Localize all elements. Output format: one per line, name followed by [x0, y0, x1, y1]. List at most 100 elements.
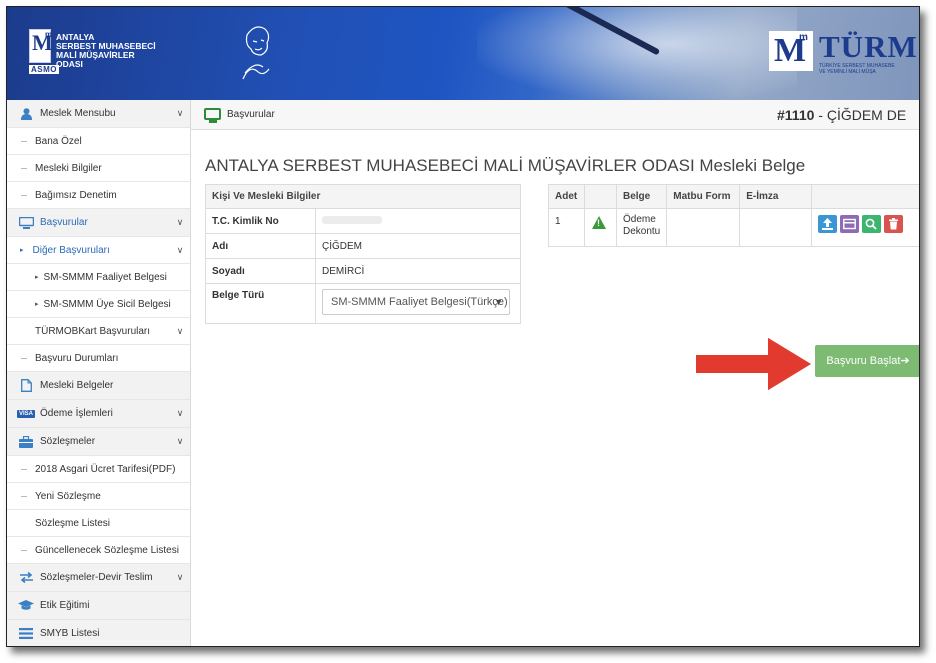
delete-button[interactable]	[884, 215, 904, 233]
chevron-down-icon: ∨	[176, 244, 184, 255]
sidebar-item-label: TÜRMOBKart Başvuruları	[35, 325, 151, 337]
sidebar-item-sozlesmeler[interactable]: Sözleşmeler ∨	[7, 428, 190, 456]
sidebar-item-label: Ödeme İşlemleri	[40, 408, 113, 419]
sidebar-item-bana-ozel[interactable]: Bana Özel	[7, 128, 190, 155]
credit-card-icon	[843, 218, 857, 230]
upload-icon	[822, 218, 834, 230]
sidebar-item-label: Başvurular	[40, 217, 88, 228]
sidebar-item-yeni-sozlesme[interactable]: Yeni Sözleşme	[7, 483, 190, 510]
sidebar-item-mesleki-belgeler[interactable]: Mesleki Belgeler	[7, 372, 190, 400]
sidebar-item-label: Meslek Mensubu	[40, 108, 116, 119]
status-cell: !	[584, 208, 617, 247]
header-banner: Mm ASMO ANTALYA SERBEST MUHASEBECİ MALİ …	[7, 7, 919, 100]
caret-right-icon: ▸	[20, 247, 24, 254]
list-icon	[16, 628, 36, 639]
breadcrumb-label[interactable]: Başvurular	[227, 109, 275, 120]
chevron-down-icon: ∨	[176, 108, 184, 118]
field-label: Belge Türü	[205, 283, 316, 324]
sidebar-item-devir-teslim[interactable]: Sözleşmeler-Devir Teslim ∨	[7, 564, 190, 592]
belge-turu-select[interactable]: SM-SMMM Faaliyet Belgesi(Türkçe) ▼	[322, 289, 510, 315]
column-header	[811, 184, 919, 209]
user-name: - ÇİĞDEM DE	[814, 107, 907, 123]
field-label: Adı	[205, 233, 316, 259]
sidebar-item-label: Sözleşme Listesi	[35, 517, 111, 529]
basvuru-baslat-button[interactable]: Başvuru Başlat➔	[815, 345, 919, 377]
column-header: Matbu Form	[666, 184, 741, 209]
view-button[interactable]	[862, 215, 882, 233]
column-header: E-İmza	[739, 184, 813, 209]
belge-turu-cell: SM-SMMM Faaliyet Belgesi(Türkçe) ▼	[315, 283, 521, 324]
table-header: Kişi Ve Mesleki Bilgiler	[205, 184, 521, 209]
sidebar-item-guncellenecek-sozlesme[interactable]: Güncellenecek Sözleşme Listesi	[7, 537, 190, 564]
sidebar-item-label: Mesleki Bilgiler	[35, 162, 102, 174]
chevron-down-icon: ∨	[176, 436, 184, 446]
exchange-icon	[16, 572, 36, 583]
asmo-logo-icon[interactable]: Mm	[29, 29, 53, 63]
turmob-logo-text: TÜRM	[819, 29, 918, 64]
table-row: T.C. Kimlik No	[205, 208, 521, 234]
sidebar-item-diger-basvurulari[interactable]: ▸ Diğer Başvuruları ∨	[7, 237, 190, 264]
sidebar-item-smyb-listesi[interactable]: SMYB Listesi	[7, 620, 190, 646]
sidebar-item-label: Diğer Başvuruları	[32, 244, 110, 256]
matbu-form-cell	[666, 208, 741, 247]
sidebar-item-label: Bana Özel	[35, 135, 82, 147]
redacted-value	[322, 215, 382, 224]
sidebar-item-basvuru-durumlari[interactable]: Başvuru Durumları	[7, 345, 190, 372]
belge-cell: Ödeme Dekontu	[615, 208, 668, 247]
sidebar-item-label: Sözleşmeler-Devir Teslim	[40, 572, 153, 583]
chevron-down-icon: ∨	[176, 325, 184, 336]
sidebar-item-faaliyet-belgesi[interactable]: ▸ SM-SMMM Faaliyet Belgesi	[7, 264, 190, 291]
payment-card-button[interactable]	[840, 215, 860, 233]
sidebar-item-bagimsiz-denetim[interactable]: Bağımsız Denetim	[7, 182, 190, 209]
turmob-logo-subtext: TÜRKİYE SERBEST MUHASEBE VE YEMİNLİ MALİ…	[819, 63, 895, 75]
sidebar-item-mesleki-bilgiler[interactable]: Mesleki Bilgiler	[7, 155, 190, 182]
table-row: Soyadı DEMİRCİ	[205, 258, 521, 284]
chevron-down-icon: ∨	[176, 408, 184, 418]
graduation-cap-icon	[16, 600, 36, 611]
sidebar-item-label: 2018 Asgari Ücret Tarifesi(PDF)	[35, 463, 176, 475]
asmo-logo-text: ANTALYA SERBEST MUHASEBECİ MALİ MÜŞAVİRL…	[56, 33, 156, 69]
person-info-table: Kişi Ve Mesleki Bilgiler T.C. Kimlik No …	[205, 184, 521, 324]
chevron-down-icon: ∨	[176, 572, 184, 582]
actions-cell	[811, 208, 919, 247]
sidebar-item-sozlesme-listesi[interactable]: Sözleşme Listesi	[7, 510, 190, 537]
asmo-logo-label: ASMO	[29, 65, 59, 74]
field-label: T.C. Kimlik No	[205, 208, 316, 234]
e-imza-cell	[739, 208, 813, 247]
caret-right-icon: ▸	[35, 274, 39, 281]
sidebar-item-label: SM-SMMM Faaliyet Belgesi	[43, 271, 167, 283]
banner-photo	[477, 7, 797, 100]
document-icon	[16, 379, 36, 392]
visa-icon: VISA	[16, 409, 35, 418]
column-header: Belge	[615, 184, 668, 209]
chevron-down-icon: ∨	[176, 217, 184, 227]
upload-button[interactable]	[818, 215, 838, 233]
search-icon	[865, 218, 877, 230]
sidebar-item-basvurular[interactable]: Başvurular ∨	[7, 209, 190, 237]
trash-icon	[889, 218, 899, 230]
tc-kimlik-value	[315, 208, 521, 234]
sidebar-item-meslek-mensubu[interactable]: Meslek Mensubu ∨	[7, 100, 190, 128]
user-icon	[16, 107, 36, 120]
page-title: ANTALYA SERBEST MUHASEBECİ MALİ MÜŞAVİRL…	[205, 156, 806, 175]
monitor-icon	[204, 108, 221, 123]
main-content: Başvurular #1110 - ÇİĞDEM DE ANTALYA SER…	[191, 100, 919, 646]
column-header	[584, 184, 617, 209]
red-arrow-annotation	[695, 336, 815, 392]
sidebar-item-label: Etik Eğitimi	[40, 600, 90, 611]
table-row: Belge Türü SM-SMMM Faaliyet Belgesi(Türk…	[205, 283, 521, 324]
sidebar-item-etik-egitimi[interactable]: Etik Eğitimi	[7, 592, 190, 620]
sidebar-item-asgari-ucret[interactable]: 2018 Asgari Ücret Tarifesi(PDF)	[7, 456, 190, 483]
table-row: Adı ÇİĞDEM	[205, 233, 521, 259]
user-id: #1110	[777, 107, 815, 123]
sidebar: Meslek Mensubu ∨ Bana Özel Mesleki Bilgi…	[7, 100, 191, 646]
logo-line: ODASI	[56, 59, 83, 69]
turmob-logo-icon[interactable]: Mm	[769, 31, 813, 71]
adet-cell: 1	[548, 208, 585, 247]
user-info: #1110 - ÇİĞDEM DE	[777, 107, 906, 123]
sidebar-item-turmobkart[interactable]: TÜRMOBKart Başvuruları ∨	[7, 318, 190, 345]
sidebar-item-uye-sicil-belgesi[interactable]: ▸ SM-SMMM Üye Sicil Belgesi	[7, 291, 190, 318]
breadcrumb: Başvurular #1110 - ÇİĞDEM DE	[191, 100, 919, 130]
monitor-icon	[16, 216, 36, 229]
sidebar-item-odeme-islemleri[interactable]: VISA Ödeme İşlemleri ∨	[7, 400, 190, 428]
